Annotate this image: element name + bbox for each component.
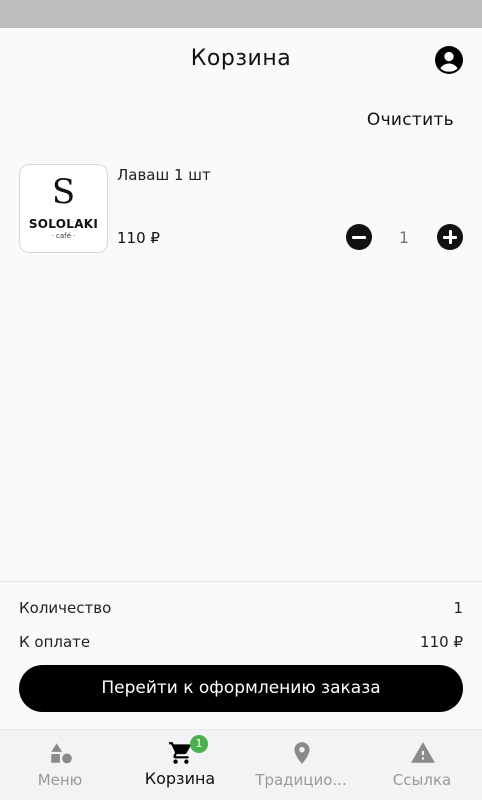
account-icon[interactable]: [435, 46, 463, 74]
quantity-label: Количество: [19, 599, 112, 617]
cart-count-badge: 1: [190, 735, 208, 753]
location-pin-icon: [294, 742, 310, 764]
product-logo: S SOLOLAKI · café ·: [19, 164, 108, 253]
app-bar: Корзина: [0, 28, 482, 94]
page-title: Корзина: [190, 46, 292, 71]
increase-quantity-button[interactable]: [437, 224, 463, 250]
nav-label-link: Ссылка: [392, 771, 452, 789]
total-label: К оплате: [19, 633, 91, 651]
nav-item-traditions[interactable]: Традицио...: [241, 730, 361, 800]
nav-label-cart: Корзина: [144, 769, 216, 788]
decrease-quantity-button[interactable]: [346, 224, 372, 250]
nav-item-menu[interactable]: Меню: [0, 730, 120, 800]
quantity-total: 1: [453, 599, 463, 617]
quantity-value: 1: [398, 228, 410, 247]
checkout-button[interactable]: Перейти к оформлению заказа: [19, 665, 463, 712]
nav-label-menu: Меню: [37, 771, 83, 789]
item-price: 110 ₽: [117, 229, 160, 247]
nav-item-link[interactable]: Ссылка: [362, 730, 482, 800]
cart-item: S SOLOLAKI · café · Лаваш 1 шт 110 ₽ 1: [0, 160, 482, 260]
shapes-icon: [51, 743, 72, 764]
status-bar: [0, 0, 482, 28]
warning-icon: [411, 742, 435, 763]
summary-total-row: К оплате 110 ₽: [19, 633, 463, 653]
logo-letter: S: [51, 172, 76, 212]
logo-wordmark: SOLOLAKI: [28, 217, 99, 231]
order-summary: Количество 1 К оплате 110 ₽ Перейти к оф…: [0, 581, 482, 729]
bottom-navigation: Меню Корзина 1 Традицио... Ссылка: [0, 729, 482, 800]
nav-item-cart[interactable]: Корзина: [120, 730, 240, 800]
nav-label-traditions: Традицио...: [255, 771, 347, 789]
total-value: 110 ₽: [420, 633, 463, 651]
item-name: Лаваш 1 шт: [117, 166, 211, 184]
summary-quantity-row: Количество 1: [19, 599, 463, 619]
clear-cart-button[interactable]: Очистить: [367, 110, 454, 130]
logo-subtitle: · café ·: [51, 232, 76, 240]
